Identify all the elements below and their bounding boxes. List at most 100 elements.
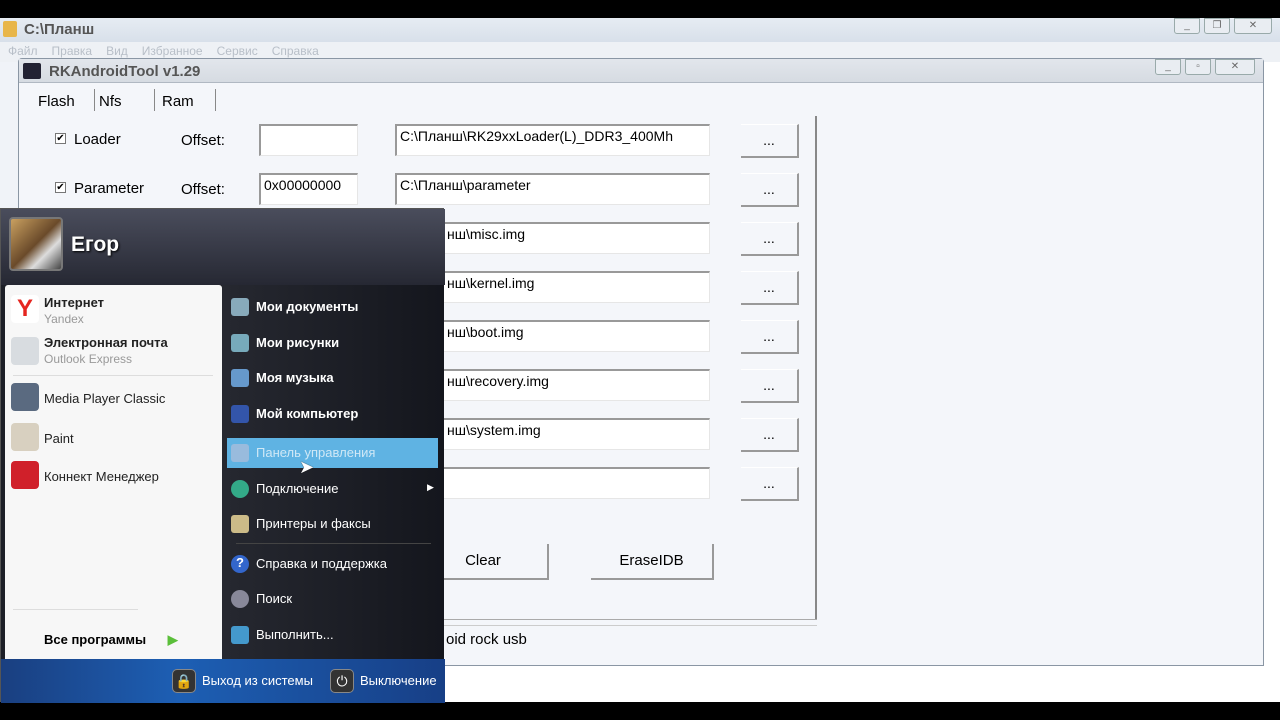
loader-offset-input[interactable] xyxy=(259,124,358,156)
control-panel-icon xyxy=(231,444,249,462)
lock-icon: 🔒 xyxy=(172,669,196,693)
item-label: Принтеры и факсы xyxy=(256,516,371,531)
image-row-loader: ✔ Loader Offset: C:\Планш\RK29xxLoader(L… xyxy=(19,124,819,164)
search-icon xyxy=(231,590,249,608)
item-label: Панель управления xyxy=(256,445,376,460)
places-control-panel[interactable]: Панель управления xyxy=(227,438,438,468)
places-connect[interactable]: Подключение ▶ xyxy=(227,474,438,504)
music-icon xyxy=(231,369,249,387)
erase-idb-button[interactable]: EraseIDB xyxy=(591,544,714,580)
tab-ram[interactable]: Ram xyxy=(162,93,194,110)
all-programs-button[interactable]: Все программы ▶ xyxy=(44,632,178,648)
rk-minimize-button[interactable]: _ xyxy=(1155,59,1181,75)
browse-button[interactable]: ... xyxy=(741,124,799,158)
item-label: Подключение xyxy=(256,481,339,496)
start-menu-header: Егор xyxy=(1,209,445,285)
loader-path-input[interactable]: C:\Планш\RK29xxLoader(L)_DDR3_400Mh xyxy=(395,124,710,156)
recent-media-player[interactable]: Media Player Classic xyxy=(5,379,222,415)
power-icon: ⏻ xyxy=(330,669,354,693)
rk-title-bar: RKAndroidTool v1.29 _ ▫ ✕ xyxy=(19,59,1263,83)
browse-button[interactable]: ... xyxy=(741,418,799,452)
browse-button[interactable]: ... xyxy=(741,320,799,354)
places-my-pictures[interactable]: Мои рисунки xyxy=(227,328,438,358)
run-icon xyxy=(231,626,249,644)
offset-label: Offset: xyxy=(181,181,225,198)
printer-icon xyxy=(231,515,249,533)
item-subtitle: Outlook Express xyxy=(44,352,133,366)
browse-button[interactable]: ... xyxy=(741,467,799,501)
browse-button[interactable]: ... xyxy=(741,271,799,305)
start-menu: Егор Y Интернет Yandex Электронная почта… xyxy=(0,208,445,703)
submenu-arrow-icon: ▶ xyxy=(427,482,434,492)
programs-panel: Y Интернет Yandex Электронная почта Outl… xyxy=(5,285,222,659)
places-printers[interactable]: Принтеры и факсы xyxy=(227,509,438,539)
parameter-path-input[interactable]: C:\Планш\parameter xyxy=(395,173,710,205)
network-icon xyxy=(231,480,249,498)
media-player-icon xyxy=(11,383,39,411)
places-search[interactable]: Поиск xyxy=(227,584,438,614)
all-programs-label: Все программы xyxy=(44,632,147,647)
arrow-right-icon: ▶ xyxy=(167,632,178,647)
loader-label: Loader xyxy=(74,131,121,148)
mouse-cursor: ➤ xyxy=(299,457,315,477)
browse-button[interactable]: ... xyxy=(741,173,799,207)
pinned-internet[interactable]: Y Интернет Yandex xyxy=(5,293,222,329)
offset-label: Offset: xyxy=(181,132,225,149)
user-avatar[interactable] xyxy=(9,217,63,271)
parameter-label: Parameter xyxy=(74,180,145,197)
browse-button[interactable]: ... xyxy=(741,369,799,403)
browse-button[interactable]: ... xyxy=(741,222,799,256)
places-help[interactable]: ? Справка и поддержка xyxy=(227,549,438,579)
item-subtitle: Yandex xyxy=(44,312,84,326)
item-label: Мой компьютер xyxy=(256,406,359,421)
menu-tools[interactable]: Сервис xyxy=(217,44,258,58)
item-title: Электронная почта xyxy=(44,335,168,350)
computer-icon xyxy=(231,405,249,423)
places-my-documents[interactable]: Мои документы xyxy=(227,292,438,322)
folder-icon xyxy=(3,21,17,37)
user-name: Егор xyxy=(71,233,120,256)
explorer-title-bar: C:\Планш _ ❐ ✕ xyxy=(0,18,1280,42)
logoff-label: Выход из системы xyxy=(202,673,313,688)
item-title: Интернет xyxy=(44,295,105,310)
menu-edit[interactable]: Правка xyxy=(52,44,93,58)
item-label: Выполнить... xyxy=(256,627,334,642)
loader-checkbox[interactable]: ✔ xyxy=(55,133,66,144)
app-icon xyxy=(23,63,41,79)
parameter-offset-input[interactable]: 0x00000000 xyxy=(259,173,358,205)
item-title: Media Player Classic xyxy=(44,391,166,406)
recent-connect-manager[interactable]: Коннект Менеджер xyxy=(5,459,222,495)
pinned-email[interactable]: Электронная почта Outlook Express xyxy=(5,333,222,369)
close-button[interactable]: ✕ xyxy=(1234,18,1272,34)
places-run[interactable]: Выполнить... xyxy=(227,620,438,650)
rk-close-button[interactable]: ✕ xyxy=(1215,59,1255,75)
rk-title: RKAndroidTool v1.29 xyxy=(49,63,201,80)
documents-icon xyxy=(231,298,249,316)
parameter-checkbox[interactable]: ✔ xyxy=(55,182,66,193)
tab-flash[interactable]: Flash xyxy=(38,93,75,110)
item-label: Мои рисунки xyxy=(256,335,340,350)
paint-icon xyxy=(11,423,39,451)
maximize-button[interactable]: ❐ xyxy=(1204,18,1230,34)
tab-nfs[interactable]: Nfs xyxy=(99,93,122,110)
menu-file[interactable]: Файл xyxy=(8,44,38,58)
menu-help[interactable]: Справка xyxy=(272,44,319,58)
pictures-icon xyxy=(231,334,249,352)
item-label: Моя музыка xyxy=(256,370,334,385)
image-row-parameter: ✔ Parameter Offset: 0x00000000 C:\Планш\… xyxy=(19,173,819,213)
item-label: Мои документы xyxy=(256,299,359,314)
recent-paint[interactable]: Paint xyxy=(5,419,222,455)
places-my-computer[interactable]: Мой компьютер xyxy=(227,399,438,429)
places-my-music[interactable]: Моя музыка xyxy=(227,363,438,393)
explorer-title: C:\Планш xyxy=(24,21,95,38)
status-text: oid rock usb xyxy=(446,631,527,648)
menu-view[interactable]: Вид xyxy=(106,44,128,58)
rk-maximize-button[interactable]: ▫ xyxy=(1185,59,1211,75)
menu-favorites[interactable]: Избранное xyxy=(142,44,203,58)
item-label: Справка и поддержка xyxy=(256,556,387,571)
shutdown-label: Выключение xyxy=(360,673,437,688)
mail-envelope-icon xyxy=(11,337,39,365)
connect-manager-icon xyxy=(11,461,39,489)
item-title: Paint xyxy=(44,431,74,446)
minimize-button[interactable]: _ xyxy=(1174,18,1200,34)
